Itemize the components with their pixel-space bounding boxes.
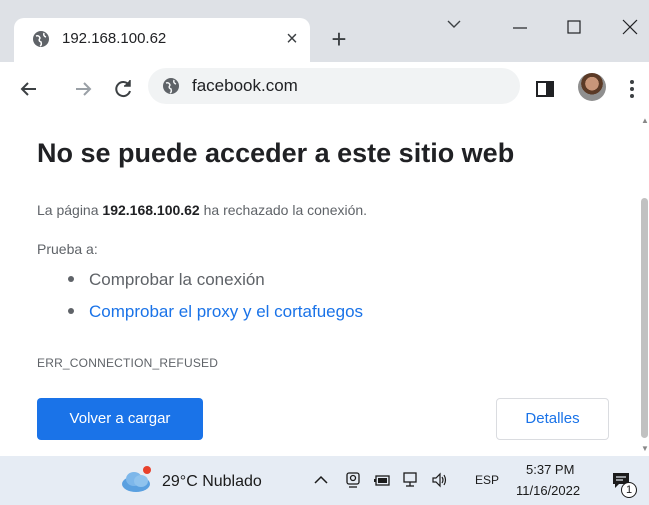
scroll-up-icon[interactable]: ▲ xyxy=(641,116,649,125)
clock-time[interactable]: 5:37 PM xyxy=(526,462,574,477)
chevron-down-icon xyxy=(447,20,461,28)
webcam-icon[interactable] xyxy=(344,471,362,489)
try-label: Prueba a: xyxy=(37,241,98,257)
page-title: No se puede acceder a este sitio web xyxy=(37,138,515,168)
language-indicator[interactable]: ESP xyxy=(475,473,499,487)
cloudy-weather-icon[interactable] xyxy=(120,464,154,494)
profile-avatar[interactable] xyxy=(578,73,606,101)
back-arrow-icon[interactable] xyxy=(14,74,44,104)
suggestion-item: Comprobar el proxy y el cortafuegos xyxy=(68,302,363,322)
battery-icon[interactable] xyxy=(373,471,391,489)
description-suffix: ha rechazado la conexión. xyxy=(199,202,368,218)
minimize-button[interactable] xyxy=(500,6,540,46)
page-content: No se puede acceder a este sitio web La … xyxy=(0,116,640,456)
side-panel-icon[interactable] xyxy=(534,78,556,100)
scrollbar[interactable]: ▲ ▼ xyxy=(640,116,649,456)
forward-arrow-icon[interactable] xyxy=(68,74,98,104)
tab-strip: 192.168.100.62 × + xyxy=(0,0,649,62)
tab-active[interactable]: 192.168.100.62 × xyxy=(14,18,310,62)
scroll-down-icon[interactable]: ▼ xyxy=(641,444,649,453)
chevron-up-icon[interactable] xyxy=(312,471,330,489)
url-text: facebook.com xyxy=(192,76,298,95)
suggestion-check-proxy-link[interactable]: Comprobar el proxy y el cortafuegos xyxy=(89,302,363,321)
notification-badge: 1 xyxy=(621,482,637,498)
maximize-button[interactable] xyxy=(554,6,594,46)
weather-text[interactable]: 29°C Nublado xyxy=(162,473,262,491)
suggestion-check-connection: Comprobar la conexión xyxy=(89,270,265,289)
close-window-button[interactable] xyxy=(610,6,649,46)
description-host: 192.168.100.62 xyxy=(102,202,200,218)
maximize-icon xyxy=(567,20,581,34)
tab-close-button[interactable]: × xyxy=(280,27,304,51)
bullet xyxy=(68,307,74,314)
new-tab-button[interactable]: + xyxy=(326,26,352,52)
suggestion-item: Comprobar la conexión xyxy=(68,270,265,290)
network-icon[interactable] xyxy=(402,471,420,489)
close-icon xyxy=(622,19,638,35)
description-prefix: La página xyxy=(37,202,103,218)
globe-icon xyxy=(33,31,49,47)
error-code: ERR_CONNECTION_REFUSED xyxy=(37,356,219,370)
bullet xyxy=(68,275,74,282)
reload-button[interactable]: Volver a cargar xyxy=(37,398,203,440)
scroll-thumb[interactable] xyxy=(641,198,648,438)
more-vert-icon[interactable] xyxy=(622,76,642,102)
volume-icon[interactable] xyxy=(431,471,449,489)
minimize-icon xyxy=(513,27,527,29)
details-button[interactable]: Detalles xyxy=(496,398,609,440)
tab-title: 192.168.100.62 xyxy=(62,30,167,47)
browser-toolbar: facebook.com xyxy=(0,62,649,116)
address-bar[interactable]: facebook.com xyxy=(148,68,520,104)
clock-date[interactable]: 11/16/2022 xyxy=(516,483,580,498)
tab-search-button[interactable] xyxy=(434,6,474,46)
globe-icon[interactable] xyxy=(162,77,180,95)
reload-icon[interactable] xyxy=(108,74,138,104)
taskbar: 29°C Nublado ESP 5:37 PM 11/16/2022 1 xyxy=(0,456,649,505)
error-description: La página 192.168.100.62 ha rechazado la… xyxy=(37,202,367,218)
